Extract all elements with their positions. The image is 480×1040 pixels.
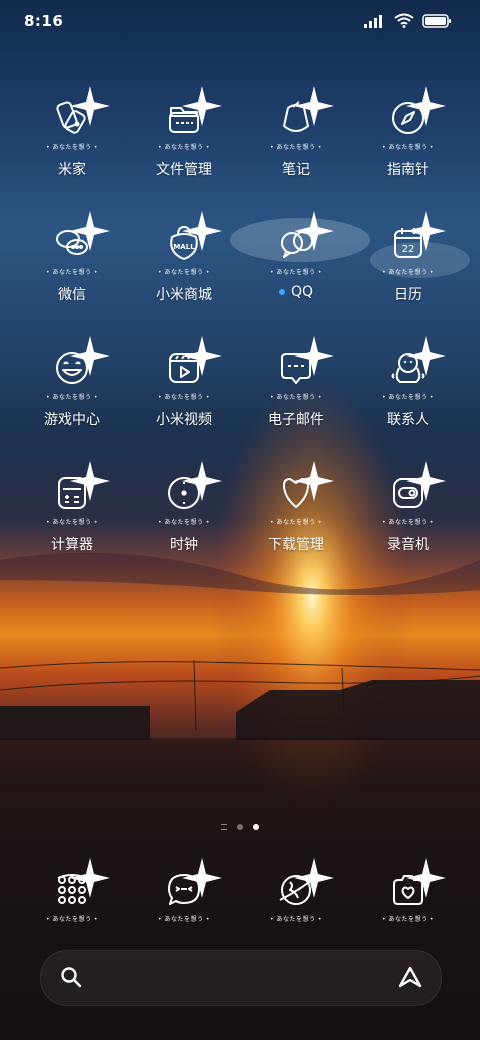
app-mi-video[interactable]: • あなたを想う • 小米视频 (128, 336, 240, 465)
app-qq[interactable]: • あなたを想う • QQ (240, 211, 352, 340)
sparkle-icon (406, 858, 446, 898)
sparkle-icon (182, 461, 222, 501)
app-download-manager[interactable]: • あなたを想う • 下载管理 (240, 461, 352, 590)
app-game-center[interactable]: • あなたを想う • 游戏中心 (16, 336, 128, 465)
sparkle-icon (70, 858, 110, 898)
dock-app-browser[interactable]: • あなたを想う • (240, 858, 352, 923)
status-bar: 8:16 (0, 0, 480, 44)
app-label: 联系人 (387, 412, 429, 428)
search-bar[interactable] (40, 950, 442, 1006)
app-label: 微信 (58, 287, 86, 303)
icon-caption: • あなたを想う • (382, 916, 434, 923)
icon-caption: • あなたを想う • (46, 394, 98, 401)
sparkle-icon (294, 461, 334, 501)
sparkle-icon (182, 858, 222, 898)
app-label: 计算器 (51, 537, 93, 553)
app-label: 日历 (394, 287, 422, 303)
icon-caption: • あなたを想う • (158, 519, 210, 526)
app-calculator[interactable]: • あなたを想う • 计算器 (16, 461, 128, 590)
page-indicator-feed[interactable] (221, 824, 227, 830)
icon-caption: • あなたを想う • (270, 519, 322, 526)
app-label: 小米视频 (156, 412, 212, 428)
icon-caption: • あなたを想う • (46, 916, 98, 923)
icon-caption: • あなたを想う • (382, 394, 434, 401)
app-contacts[interactable]: • あなたを想う • 联系人 (352, 336, 464, 465)
sparkle-icon (294, 211, 334, 251)
page-indicator-dot[interactable] (237, 824, 243, 830)
app-clock[interactable]: • あなたを想う • 时钟 (128, 461, 240, 590)
sparkle-icon (70, 211, 110, 251)
app-label: 下载管理 (268, 537, 324, 553)
icon-caption: • あなたを想う • (158, 269, 210, 276)
icon-caption: • あなたを想う • (46, 519, 98, 526)
icon-caption: • あなたを想う • (270, 269, 322, 276)
sparkle-icon (294, 336, 334, 376)
wifi-icon (394, 13, 414, 28)
battery-icon (422, 13, 451, 28)
page-indicator-dot-active[interactable] (253, 824, 259, 830)
icon-caption: • あなたを想う • (46, 144, 98, 151)
sparkle-icon (294, 858, 334, 898)
sparkle-icon (70, 461, 110, 501)
icon-caption: • あなたを想う • (46, 269, 98, 276)
dock-app-messages[interactable]: • あなたを想う • (128, 858, 240, 923)
sparkle-icon (406, 86, 446, 126)
app-label: 笔记 (282, 162, 310, 178)
sparkle-icon (406, 461, 446, 501)
app-recorder[interactable]: • あなたを想う • 录音机 (352, 461, 464, 590)
signal-icon (364, 14, 382, 28)
app-email[interactable]: • あなたを想う • 电子邮件 (240, 336, 352, 465)
dock-app-phone[interactable]: • あなたを想う • (16, 858, 128, 923)
sparkle-icon (182, 211, 222, 251)
app-wechat[interactable]: • あなたを想う • 微信 (16, 211, 128, 340)
app-compass[interactable]: • あなたを想う • 指南针 (352, 86, 464, 215)
sparkle-icon (182, 86, 222, 126)
app-label: 指南针 (387, 162, 429, 178)
sparkle-icon (406, 336, 446, 376)
app-label: 小米商城 (156, 287, 212, 303)
sparkle-icon (182, 336, 222, 376)
app-label: 录音机 (387, 537, 429, 553)
icon-caption: • あなたを想う • (270, 144, 322, 151)
new-badge-dot (278, 289, 285, 295)
status-time: 8:16 (24, 12, 64, 30)
icon-caption: • あなたを想う • (158, 144, 210, 151)
app-calendar[interactable]: 22 • あなたを想う • 日历 (352, 211, 464, 340)
icon-caption: • あなたを想う • (382, 269, 434, 276)
app-grid: • あなたを想う • 米家 • あなたを想う • 文件管理 • あなたを想う •… (16, 86, 464, 590)
icon-caption: • あなたを想う • (382, 144, 434, 151)
app-label: 米家 (58, 162, 86, 178)
icon-caption: • あなたを想う • (158, 916, 210, 923)
app-mi-home[interactable]: • あなたを想う • 米家 (16, 86, 128, 215)
app-notes[interactable]: • あなたを想う • 笔记 (240, 86, 352, 215)
assistant-icon[interactable] (397, 965, 423, 989)
sparkle-icon (406, 211, 446, 251)
app-label: 文件管理 (156, 162, 212, 178)
app-label: 游戏中心 (44, 412, 100, 428)
dock: • あなたを想う • • あなたを想う • • あなたを想う • • あなたを想… (16, 858, 464, 923)
icon-caption: • あなたを想う • (270, 394, 322, 401)
search-icon[interactable] (59, 965, 83, 989)
app-file-manager[interactable]: • あなたを想う • 文件管理 (128, 86, 240, 215)
icon-caption: • あなたを想う • (270, 916, 322, 923)
dock-app-camera[interactable]: • あなたを想う • (352, 858, 464, 923)
sparkle-icon (294, 86, 334, 126)
app-mi-mall[interactable]: MALL • あなたを想う • 小米商城 (128, 211, 240, 340)
sparkle-icon (70, 336, 110, 376)
icon-caption: • あなたを想う • (158, 394, 210, 401)
sparkle-icon (70, 86, 110, 126)
app-label: 时钟 (170, 537, 198, 553)
app-label: QQ (278, 284, 313, 300)
icon-caption: • あなたを想う • (382, 519, 434, 526)
app-label: 电子邮件 (268, 412, 324, 428)
page-indicator[interactable] (0, 824, 480, 830)
